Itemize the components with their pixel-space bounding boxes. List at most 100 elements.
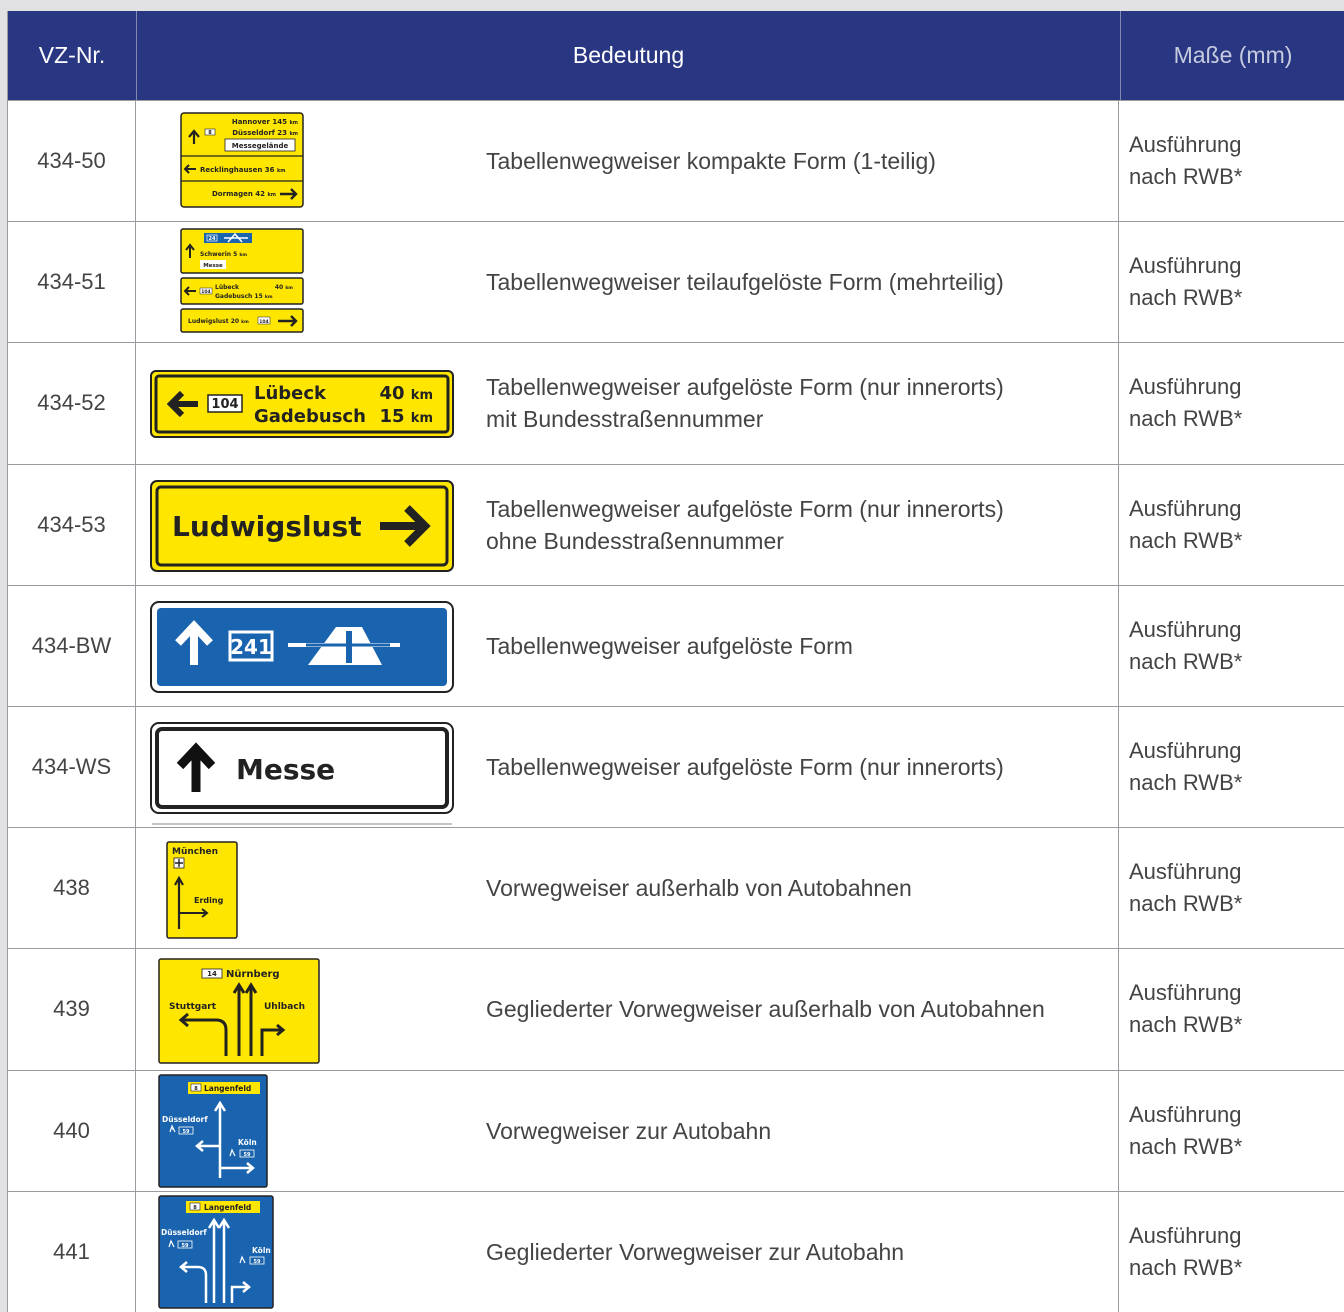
svg-text:59: 59 (183, 1129, 190, 1135)
svg-text:Erding: Erding (194, 896, 224, 905)
sign-image-cell: München Erding (136, 828, 486, 948)
svg-text:München: München (172, 847, 218, 857)
svg-text:Hannover 145 km: Hannover 145 km (232, 118, 298, 126)
sign-number: 434-50 (8, 101, 136, 222)
sign-size: Ausführung nach RWB* (1129, 859, 1243, 917)
sign-size: Ausführung nach RWB* (1129, 495, 1243, 553)
svg-text:Recklinghausen 36 km: Recklinghausen 36 km (200, 166, 286, 174)
sign-image-cell: 24 Schwerin 5 km Messe 104 Lübeck 40 km … (136, 222, 486, 342)
sign-number: 434-BW (8, 585, 136, 706)
sign-size: Ausführung nach RWB* (1129, 616, 1243, 674)
svg-text:Messe: Messe (203, 263, 223, 269)
sign-image-cell: 241 (136, 586, 486, 706)
table-row: 441 8 Langenfeld Düsseldorf 59 Köln 59 G… (8, 1190, 1344, 1312)
svg-text:40 km: 40 km (275, 284, 293, 291)
sign-441-image: 8 Langenfeld Düsseldorf 59 Köln 59 (158, 1194, 274, 1309)
table-row: 434-53 Ludwigslust Tabellenwegweiser auf… (8, 463, 1344, 585)
svg-text:Ludwigslust: Ludwigslust (172, 510, 362, 543)
svg-text:241: 241 (230, 635, 272, 659)
sign-size: Ausführung nach RWB* (1129, 1101, 1243, 1159)
table-row: 434-WS Messe Tabellenwegweiser aufgelöst… (8, 705, 1344, 828)
sign-434-WS-image: Messe (150, 721, 454, 825)
header-col-number: VZ-Nr. (8, 11, 137, 100)
svg-text:24: 24 (209, 236, 216, 242)
svg-text:Köln: Köln (252, 1246, 271, 1255)
sign-image-cell: 14 Nürnberg Stuttgart Uhlbach (136, 949, 486, 1069)
sign-number: 434-52 (8, 343, 136, 464)
svg-text:59: 59 (244, 1152, 251, 1158)
sign-440-image: 8 Langenfeld Düsseldorf 59 Köln 59 (158, 1073, 268, 1188)
svg-text:Schwerin 5 km: Schwerin 5 km (200, 251, 247, 258)
svg-text:Stuttgart: Stuttgart (169, 1002, 217, 1012)
sign-meaning: Tabellenwegweiser kompakte Form (1-teili… (486, 101, 1119, 222)
sign-size: Ausführung nach RWB* (1129, 738, 1243, 796)
table-row: 434-51 24 Schwerin 5 km Messe 104 Lübeck… (8, 221, 1344, 343)
sign-meaning: Gegliederter Vorwegweiser außerhalb von … (486, 949, 1119, 1070)
svg-text:8: 8 (208, 130, 212, 136)
svg-text:Düsseldorf 23 km: Düsseldorf 23 km (232, 129, 298, 137)
sign-meaning: Tabellenwegweiser aufgelöste Form (nur i… (486, 343, 1119, 464)
header-col-meaning: Bedeutung (137, 11, 1121, 100)
sign-434-52-image: 104 Lübeck Gadebusch 40 km 15 km (150, 370, 454, 439)
sign-439-image: 14 Nürnberg Stuttgart Uhlbach (158, 958, 320, 1065)
svg-text:59: 59 (254, 1259, 261, 1265)
sign-image-cell: 8 Langenfeld Düsseldorf 59 Köln 59 (136, 1192, 486, 1312)
svg-text:Nürnberg: Nürnberg (226, 969, 280, 980)
svg-text:Uhlbach: Uhlbach (264, 1002, 305, 1012)
table-row: 440 8 Langenfeld Düsseldorf 59 Köln 59 V… (8, 1069, 1344, 1191)
svg-text:Messe: Messe (236, 753, 335, 786)
svg-text:59: 59 (182, 1243, 189, 1249)
sign-number: 439 (8, 949, 136, 1070)
sign-number: 434-WS (8, 706, 136, 828)
sign-size: Ausführung nach RWB* (1129, 1222, 1243, 1280)
table-row: 434-52 104 Lübeck Gadebusch 40 km 15 km … (8, 342, 1344, 464)
sign-image-cell: Hannover 145 km 8 Düsseldorf 23 km Messe… (136, 101, 486, 221)
svg-text:Langenfeld: Langenfeld (204, 1084, 251, 1093)
sign-number: 434-51 (8, 222, 136, 343)
svg-text:Düsseldorf: Düsseldorf (161, 1228, 207, 1237)
sign-number: 441 (8, 1191, 136, 1312)
svg-text:14: 14 (207, 970, 217, 978)
sign-438-image: München Erding (166, 841, 238, 939)
sign-number: 434-53 (8, 464, 136, 585)
svg-text:Lübeck: Lübeck (215, 284, 240, 291)
svg-text:104: 104 (201, 289, 210, 295)
sign-number: 440 (8, 1070, 136, 1191)
svg-text:8: 8 (194, 1086, 198, 1092)
svg-text:Ludwigslust 20 km: Ludwigslust 20 km (188, 318, 249, 325)
svg-text:8: 8 (193, 1205, 197, 1211)
sign-434-51-image: 24 Schwerin 5 km Messe 104 Lübeck 40 km … (180, 228, 304, 333)
svg-text:Dormagen 42 km: Dormagen 42 km (212, 190, 276, 198)
sign-size: Ausführung nach RWB* (1129, 980, 1243, 1038)
sign-meaning: Tabellenwegweiser aufgelöste Form (nur i… (486, 706, 1119, 828)
svg-text:Gadebusch: Gadebusch (254, 406, 366, 427)
sign-meaning: Gegliederter Vorwegweiser zur Autobahn (486, 1191, 1119, 1312)
sign-meaning: Vorwegweiser außerhalb von Autobahnen (486, 828, 1119, 949)
sign-meaning: Tabellenwegweiser aufgelöste Form (nur i… (486, 464, 1119, 585)
sign-image-cell: 8 Langenfeld Düsseldorf 59 Köln 59 (136, 1071, 486, 1191)
sign-434-BW-image: 241 (150, 600, 454, 693)
svg-text:104: 104 (259, 319, 268, 325)
sign-434-53-image: Ludwigslust (150, 479, 454, 572)
svg-text:Langenfeld: Langenfeld (204, 1203, 251, 1212)
sign-number: 438 (8, 828, 136, 949)
svg-text:Messegelände: Messegelände (232, 142, 289, 150)
sign-size: Ausführung nach RWB* (1129, 374, 1243, 432)
header-col-size: Maße (mm) (1173, 42, 1293, 68)
svg-text:Köln: Köln (238, 1138, 257, 1147)
sign-image-cell: 104 Lübeck Gadebusch 40 km 15 km (136, 343, 486, 463)
sign-image-cell: Ludwigslust (136, 465, 486, 585)
sign-image-cell: Messe (136, 707, 486, 827)
sign-meaning: Vorwegweiser zur Autobahn (486, 1070, 1119, 1191)
table-row: 438 München Erding Vorwegweiser außerhal… (8, 827, 1344, 949)
table-row: 434-BW 241 Tabellenwegweiser aufgelöste … (8, 584, 1344, 706)
svg-text:Lübeck: Lübeck (254, 383, 327, 404)
table-row: 439 14 Nürnberg Stuttgart Uhlbach Geglie… (8, 948, 1344, 1070)
sign-meaning: Tabellenwegweiser aufgelöste Form (486, 585, 1119, 706)
sign-table: VZ-Nr. Bedeutung Maße (mm) 434-50 Hannov… (7, 11, 1344, 1312)
svg-text:104: 104 (211, 397, 238, 412)
table-row: 434-50 Hannover 145 km 8 Düsseldorf 23 k… (8, 100, 1344, 222)
sign-434-50-image: Hannover 145 km 8 Düsseldorf 23 km Messe… (180, 112, 304, 208)
svg-text:Gadebusch 15 km: Gadebusch 15 km (215, 293, 273, 300)
sign-size: Ausführung nach RWB* (1129, 132, 1243, 190)
